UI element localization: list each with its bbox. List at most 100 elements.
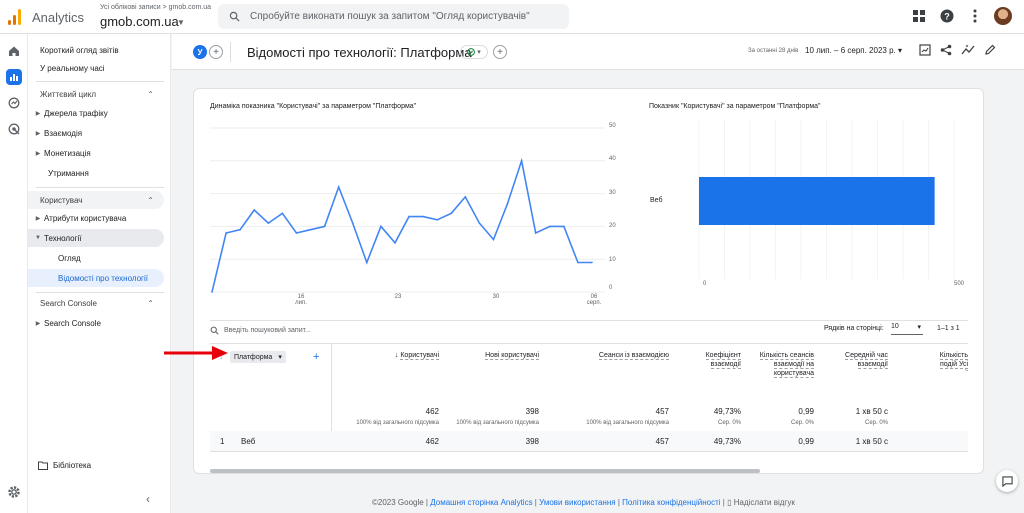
column-header-avg-engagement-time[interactable]: Середній час взаємодії [844,351,888,369]
reports-nav: Короткий огляд звітів У реальному часі Ж… [28,34,171,513]
share-icon[interactable] [940,44,952,56]
add-comparison-icon[interactable]: + [209,45,223,59]
table-search-placeholder: Введіть пошуковий запит... [224,327,311,334]
footer-link-privacy[interactable]: Політика конфіденційності [622,498,720,507]
cell-new-users: 398 [525,437,539,446]
advertising-icon[interactable] [6,121,22,137]
account-path[interactable]: Усі облікові записи > gmob.com.ua [100,4,211,11]
column-header-event-count[interactable]: Кількість подій Усі події [930,351,968,371]
nav-retention[interactable]: Утримання [28,164,164,182]
data-point [548,225,551,228]
nav-tech-overview[interactable]: Огляд [28,249,164,267]
nav-library[interactable]: Бібліотека [38,461,91,470]
x-tick: 23 [383,294,413,300]
data-point [337,186,340,188]
caret-down-icon[interactable]: ▼ [177,18,185,27]
data-point [577,261,579,264]
nav-monetization[interactable]: ▶ Монетизація [28,144,164,162]
feedback-chat-button[interactable] [996,470,1018,492]
total-users: 462 [425,407,439,416]
more-vert-icon[interactable] [966,7,984,25]
expand-arrow-icon: ▶ [35,215,41,222]
divider [210,451,968,452]
x-tick-day: 23 [394,294,402,300]
nav-label: Взаємодія [44,128,83,138]
column-title: Середній час взаємодії [845,352,888,369]
column-title: Нові користувачі [485,352,539,360]
dimension-selector[interactable]: Платформа ▾ [230,351,286,363]
column-header-engagement-rate[interactable]: Коефіцієнт взаємодії [694,351,741,369]
copyright: ©2023 Google | [372,498,429,507]
section-label: Користувач [40,195,83,205]
line-chart[interactable] [210,125,605,295]
app-name: Analytics [32,10,85,25]
bar-chart[interactable] [649,119,974,294]
nav-tech-details[interactable]: Відомості про технології [28,269,164,287]
home-icon[interactable] [6,43,22,59]
data-point [563,225,565,228]
nav-label: Бібліотека [53,461,92,470]
footer-link-terms[interactable]: Умови використання [539,498,615,507]
nav-label: Search Console [44,318,101,328]
rows-per-page-label: Рядків на сторінці: [824,325,884,332]
date-range-picker[interactable]: 10 лип. – 6 серп. 2023 р. ▾ [805,46,902,55]
insights-icon[interactable] [961,44,975,56]
data-point [464,196,467,198]
nav-tech[interactable]: ▼ Технології [28,229,164,247]
nav-acquisition[interactable]: ▶ Джерела трафіку [28,104,164,122]
feedback-link[interactable]: Надіслати відгук [734,498,795,507]
nav-reports-snapshot[interactable]: Короткий огляд звітів [28,41,164,59]
bar-Веб[interactable] [699,177,935,225]
avatar[interactable] [994,7,1012,25]
expand-arrow-icon: ▶ [35,150,41,157]
caret-down-icon: ▾ [278,354,282,361]
apps-grid-icon[interactable] [910,7,928,25]
property-selector[interactable]: gmob.com.ua [100,14,179,29]
divider [230,42,231,62]
customize-report-icon[interactable] [919,44,931,56]
nav-label: Атрибути користувача [44,213,127,223]
column-header-users[interactable]: ↓ Користувачі [374,351,439,360]
y-tick: 50 [609,123,616,129]
data-point [478,222,481,224]
collapse-arrow-icon: ▼ [35,235,41,241]
search-input[interactable]: Спробуйте виконати пошук за запитом "Огл… [218,4,569,29]
reports-icon[interactable] [6,69,22,85]
nav-section-search-console[interactable]: Search Console ⌃ [28,294,164,312]
data-point [225,232,227,234]
help-icon[interactable]: ? [938,7,956,25]
status-check-icon[interactable]: ▾ [460,45,488,59]
data-point [366,261,368,264]
nav-section-lifecycle[interactable]: Життєвий цикл ⌃ [28,85,164,103]
column-header-sessions-per-user[interactable]: Кількість сеансів взаємодії на користува… [754,351,814,378]
column-title: Сеанси із взаємодією [598,352,669,360]
column-title: Кількість сеансів взаємодії на користува… [759,352,814,378]
total-avg-engagement-time: 1 хв 50 с [855,407,888,416]
settings-gear-icon[interactable] [7,485,21,501]
add-dimension-icon[interactable]: + [313,351,319,363]
nav-engagement[interactable]: ▶ Взаємодія [28,124,164,142]
column-header-engaged-sessions[interactable]: Сеанси із взаємодією [574,351,669,360]
section-label: Search Console [40,298,97,308]
table-search-input[interactable]: Введіть пошуковий запит... [210,326,311,335]
add-filter-icon[interactable]: + [493,45,507,59]
total-sessions-per-user: 0,99 [798,407,814,416]
explore-icon[interactable] [6,95,22,111]
rows-per-page-select[interactable]: 10 ▾ [891,323,923,335]
collapse-nav-chevron-icon[interactable]: ‹ [146,492,150,506]
report-header: У + Відомості про технології: Платформа … [172,34,1024,70]
x-tick-month: лип. [295,300,307,306]
nav-realtime[interactable]: У реальному часі [28,59,164,77]
footer: ©2023 Google | Домашня сторінка Analytic… [372,498,795,507]
nav-search-console[interactable]: ▶ Search Console [28,314,164,332]
data-point [267,222,270,224]
chevron-up-icon: ⌃ [147,89,154,99]
column-header-new-users[interactable]: Нові користувачі [454,351,539,360]
edit-pencil-icon[interactable] [984,44,996,56]
footer-link-home[interactable]: Домашня сторінка Analytics [430,498,532,507]
horizontal-scrollbar[interactable] [210,469,760,473]
nav-user-attributes[interactable]: ▶ Атрибути користувача [28,209,164,227]
comparison-badge[interactable]: У [193,45,207,59]
nav-section-user[interactable]: Користувач ⌃ [28,191,164,209]
total-new-users: 398 [525,407,539,416]
